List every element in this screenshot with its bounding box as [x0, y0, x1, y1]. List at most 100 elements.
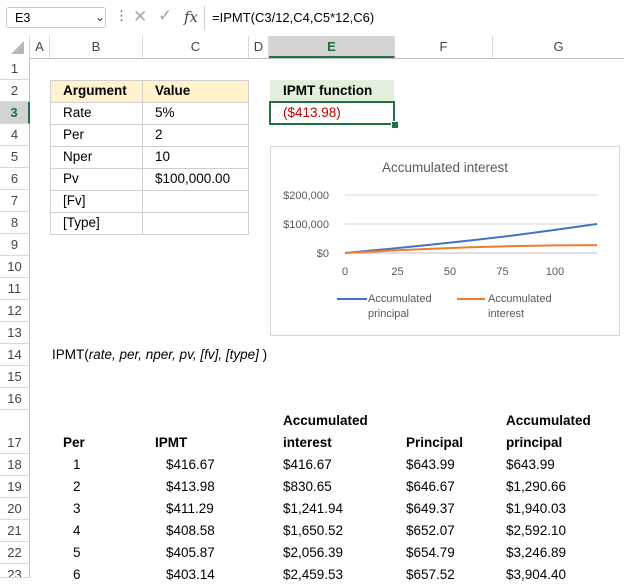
row-header-3[interactable]: 3: [0, 102, 30, 124]
row-header-8[interactable]: 8: [0, 212, 30, 234]
row-header-11[interactable]: 11: [0, 278, 30, 300]
row-header-17[interactable]: 17: [0, 410, 30, 454]
y-tick-label: $200,000: [283, 190, 329, 202]
column-header-d[interactable]: D: [249, 36, 269, 58]
value-cell[interactable]: [142, 190, 249, 213]
header-ipmt: IPMT: [155, 435, 188, 450]
principal-value[interactable]: $652.07: [406, 520, 455, 542]
accumulated-principal-value[interactable]: $643.99: [506, 454, 555, 476]
syntax-line: IPMT(rate, per, nper, pv, [fv], [type] ): [52, 344, 267, 366]
formula-input[interactable]: [208, 6, 624, 29]
ipmt-value[interactable]: $403.14: [166, 564, 215, 586]
name-box[interactable]: E3 ⌄: [6, 7, 106, 28]
row-header-20[interactable]: 20: [0, 498, 30, 520]
argument-type: [Type]: [63, 215, 100, 230]
column-header-b[interactable]: B: [50, 36, 143, 58]
row-header-10[interactable]: 10: [0, 256, 30, 278]
x-tick-label: 75: [496, 266, 508, 278]
argument-pv: Pv: [63, 171, 79, 186]
accumulated-principal-value[interactable]: $2,592.10: [506, 520, 566, 542]
row-header-19[interactable]: 19: [0, 476, 30, 498]
accumulated-principal-value[interactable]: $3,904.40: [506, 564, 566, 586]
column-header-a[interactable]: A: [30, 36, 50, 58]
column-header-c[interactable]: C: [143, 36, 249, 58]
row-header-14[interactable]: 14: [0, 344, 30, 366]
value-pv: $100,000.00: [155, 171, 231, 186]
value-rate: 5%: [155, 105, 175, 120]
row-header-12[interactable]: 12: [0, 300, 30, 322]
row-header-9[interactable]: 9: [0, 234, 30, 256]
insert-function-icon[interactable]: fx: [184, 8, 198, 26]
per-value[interactable]: 2: [73, 476, 81, 498]
legend-label-interest: Accumulated interest: [488, 293, 552, 320]
row-header-15[interactable]: 15: [0, 366, 30, 388]
per-value[interactable]: 3: [73, 498, 81, 520]
row-header-13[interactable]: 13: [0, 322, 30, 344]
accumulated-principal-value[interactable]: $3,246.89: [506, 542, 566, 564]
row-header-22[interactable]: 22: [0, 542, 30, 564]
select-all-corner[interactable]: [0, 36, 30, 58]
x-tick-label: 100: [546, 266, 564, 278]
chart-title: Accumulated interest: [382, 160, 508, 175]
accumulated-interest-chart[interactable]: Accumulated interest $200,000 $100,000 $…: [270, 146, 620, 336]
row-header-2[interactable]: 2: [0, 80, 30, 102]
y-tick-label: $0: [317, 248, 329, 260]
select-all-icon: [11, 41, 24, 54]
row-header-4[interactable]: 4: [0, 124, 30, 146]
accumulated-interest-value[interactable]: $2,459.53: [283, 564, 343, 586]
accumulated-interest-value[interactable]: $2,056.39: [283, 542, 343, 564]
ipmt-value[interactable]: $411.29: [166, 498, 214, 520]
principal-value[interactable]: $643.99: [406, 454, 455, 476]
row-header-1[interactable]: 1: [0, 58, 30, 80]
legend-label-principal: Accumulated principal: [368, 293, 432, 320]
enter-icon[interactable]: ✓: [158, 6, 172, 26]
fill-handle[interactable]: [391, 121, 399, 129]
principal-value[interactable]: $657.52: [406, 564, 455, 586]
header-per: Per: [63, 435, 85, 450]
principal-value[interactable]: $654.79: [406, 542, 455, 564]
row-header-16[interactable]: 16: [0, 388, 30, 410]
cancel-icon[interactable]: ✕: [133, 7, 147, 27]
value-nper: 10: [155, 149, 171, 164]
column-header-f[interactable]: F: [395, 36, 493, 58]
y-tick-label: $100,000: [283, 219, 329, 231]
value-header: Value: [155, 83, 191, 98]
argument-header: Argument: [63, 83, 127, 98]
result-header: IPMT function: [283, 83, 373, 98]
row-header-5[interactable]: 5: [0, 146, 30, 168]
per-value[interactable]: 4: [73, 520, 81, 542]
ipmt-value[interactable]: $408.58: [166, 520, 215, 542]
argument-per: Per: [63, 127, 85, 142]
accumulated-principal-value[interactable]: $1,940.03: [506, 498, 566, 520]
argument-fv: [Fv]: [63, 193, 86, 208]
accumulated-interest-value[interactable]: $416.67: [283, 454, 332, 476]
column-header-g[interactable]: G: [493, 36, 624, 58]
chevron-down-icon[interactable]: ⌄: [95, 10, 105, 24]
column-header-bar: A B C D E F G: [0, 36, 624, 59]
series-line-accumulated-principal[interactable]: [344, 223, 598, 254]
accumulated-interest-value[interactable]: $1,241.94: [283, 498, 343, 520]
header-accumulated-principal-line2: principal: [506, 435, 563, 450]
per-value[interactable]: 5: [73, 542, 81, 564]
accumulated-interest-value[interactable]: $830.65: [283, 476, 332, 498]
ipmt-value[interactable]: $405.87: [166, 542, 215, 564]
row-header-7[interactable]: 7: [0, 190, 30, 212]
principal-value[interactable]: $646.67: [406, 476, 455, 498]
ipmt-value[interactable]: $413.98: [166, 476, 215, 498]
row-header-6[interactable]: 6: [0, 168, 30, 190]
per-value[interactable]: 6: [73, 564, 81, 586]
row-header-23[interactable]: 23: [0, 564, 30, 578]
accumulated-interest-value[interactable]: $1,650.52: [283, 520, 343, 542]
per-value[interactable]: 1: [73, 454, 81, 476]
accumulated-principal-value[interactable]: $1,290.66: [506, 476, 566, 498]
syntax-function: IPMT(: [52, 347, 89, 362]
principal-value[interactable]: $649.37: [406, 498, 455, 520]
value-cell[interactable]: [142, 212, 249, 235]
result-value: ($413.98): [283, 105, 341, 120]
more-options-icon[interactable]: ⋮: [115, 8, 128, 24]
row-header-18[interactable]: 18: [0, 454, 30, 476]
value-per: 2: [155, 127, 163, 142]
row-header-21[interactable]: 21: [0, 520, 30, 542]
column-header-e[interactable]: E: [269, 36, 395, 58]
ipmt-value[interactable]: $416.67: [166, 454, 215, 476]
